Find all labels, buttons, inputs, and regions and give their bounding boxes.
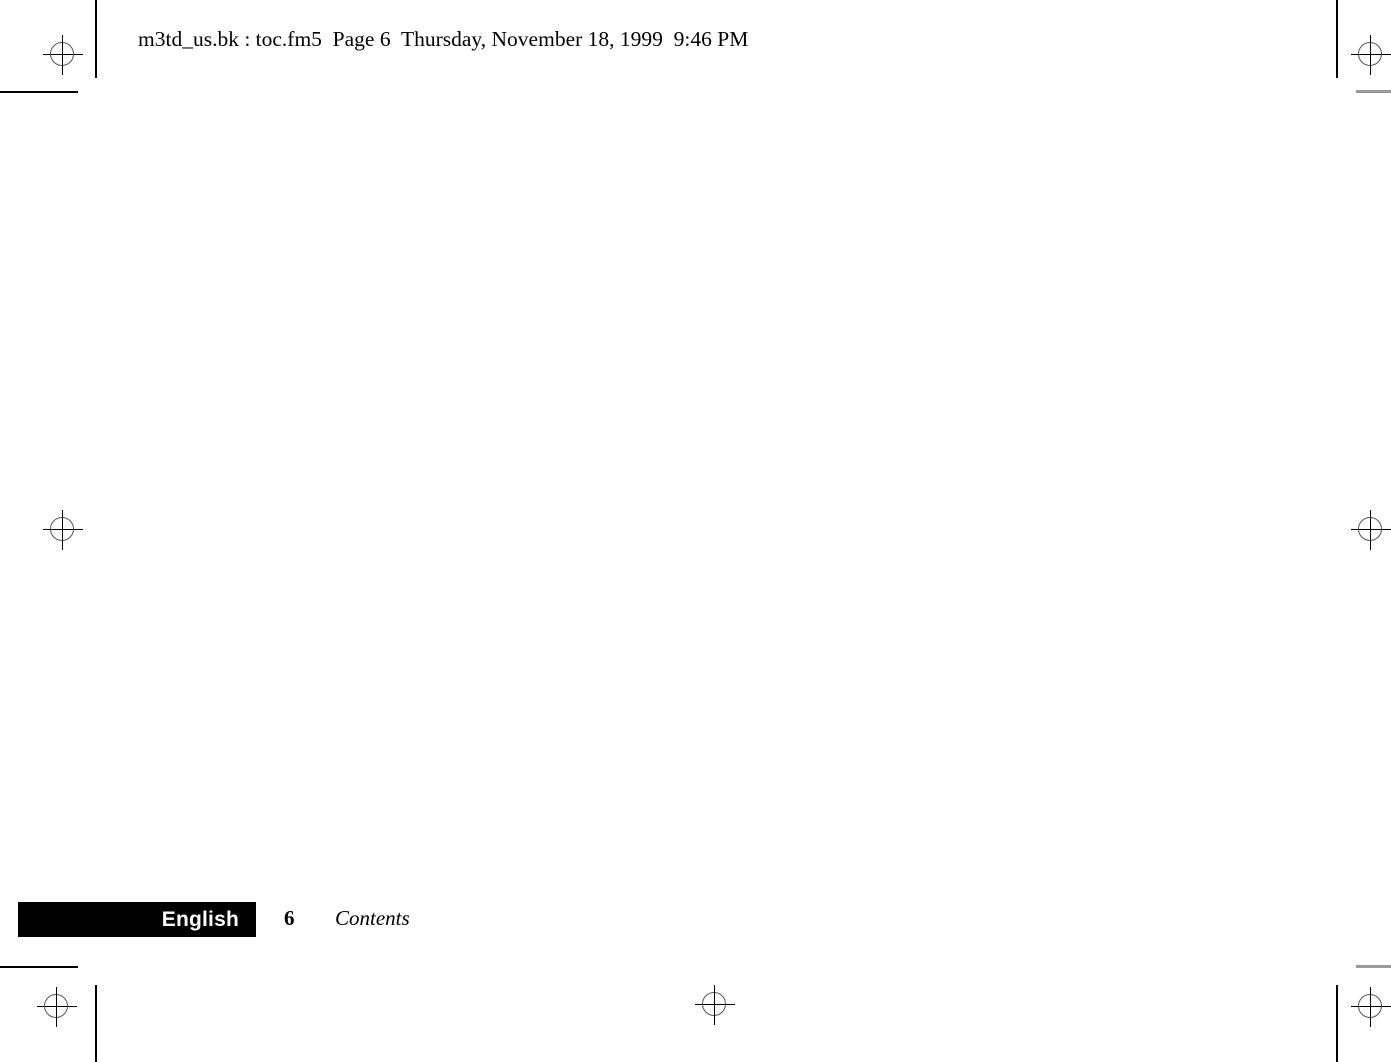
registration-mark-bottom-right (1351, 987, 1391, 1027)
crop-mark-top-left-vertical (95, 0, 97, 78)
page-body-content (138, 120, 1288, 880)
crop-mark-bottom-right-horizontal (1356, 965, 1391, 968)
registration-crosshair-horizontal (1351, 1006, 1391, 1007)
registration-crosshair-vertical (62, 35, 63, 75)
registration-crosshair-horizontal (43, 54, 83, 55)
proof-page: m3td_us.bk : toc.fm5 Page 6 Thursday, No… (0, 0, 1391, 1062)
registration-mark-top-left (43, 35, 83, 75)
registration-crosshair-vertical (714, 985, 715, 1025)
registration-crosshair-vertical (1370, 510, 1371, 550)
crop-mark-bottom-left-horizontal (0, 966, 78, 968)
registration-mark-top-right (1351, 35, 1391, 75)
registration-crosshair-horizontal (695, 1004, 735, 1005)
registration-crosshair-vertical (56, 987, 57, 1027)
language-tab-label: English (161, 907, 239, 931)
registration-mark-middle-left (43, 510, 83, 550)
registration-crosshair-horizontal (43, 529, 83, 530)
registration-mark-middle-right (1351, 510, 1391, 550)
registration-crosshair-vertical (1370, 987, 1371, 1027)
registration-crosshair-vertical (1370, 35, 1371, 75)
registration-mark-bottom-center (695, 985, 735, 1025)
footer-section-name: Contents (335, 906, 410, 930)
registration-crosshair-horizontal (37, 1006, 77, 1007)
document-header-line: m3td_us.bk : toc.fm5 Page 6 Thursday, No… (138, 27, 749, 51)
crop-mark-top-right-horizontal (1356, 90, 1391, 93)
registration-crosshair-vertical (62, 510, 63, 550)
registration-crosshair-horizontal (1351, 529, 1391, 530)
page-footer: English 6 Contents (0, 898, 1391, 944)
registration-crosshair-horizontal (1351, 54, 1391, 55)
registration-mark-bottom-left (37, 987, 77, 1027)
crop-mark-bottom-right-vertical (1336, 985, 1338, 1062)
crop-mark-bottom-left-vertical (95, 985, 97, 1062)
crop-mark-top-left-horizontal (0, 91, 78, 93)
crop-mark-top-right-vertical (1336, 0, 1338, 78)
language-tab: English (18, 902, 256, 937)
footer-page-number: 6 (284, 906, 295, 930)
